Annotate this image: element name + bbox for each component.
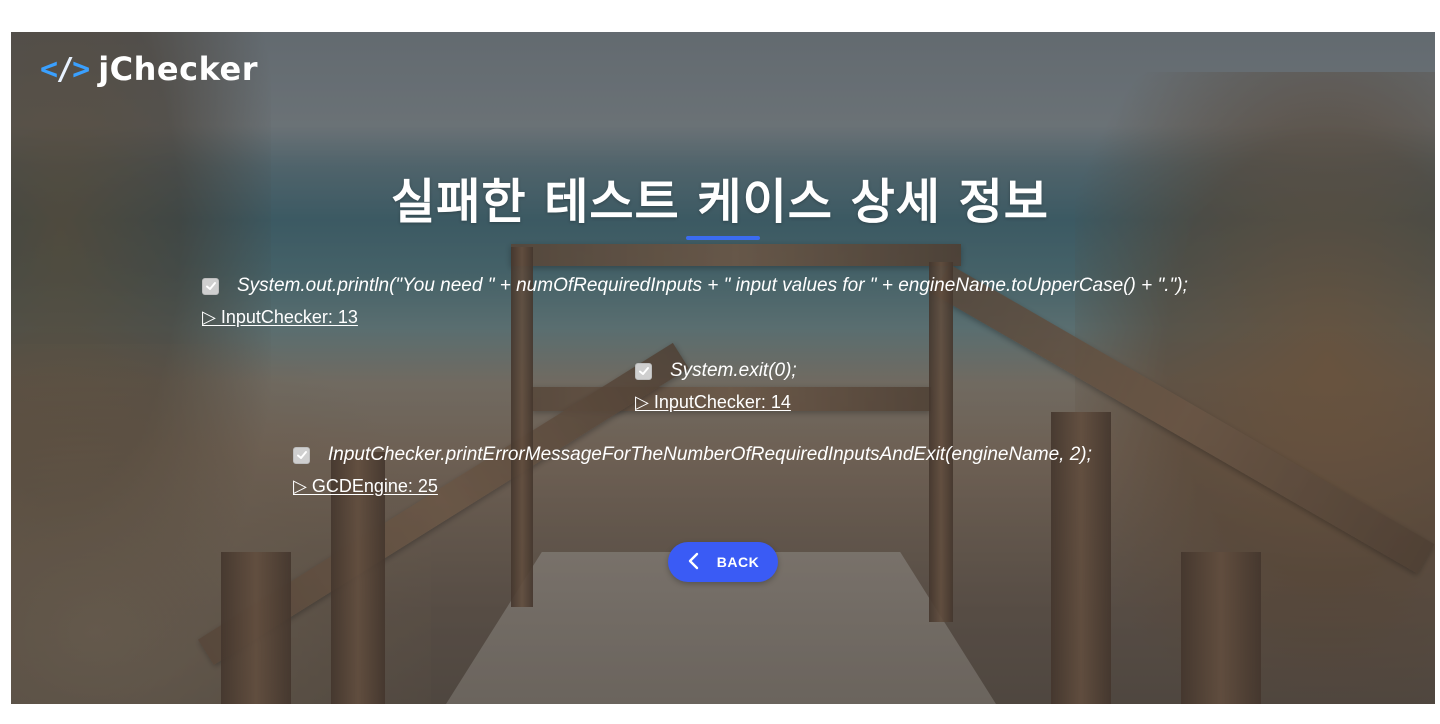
failed-case-line: System.out.println("You need " + numOfRe… [202,275,1188,297]
logo-slash: / [56,51,74,87]
back-button[interactable]: BACK [668,542,778,582]
failed-case-location-link[interactable]: ▷ GCDEngine: 25 [293,476,438,497]
logo-text: jChecker [98,50,258,88]
logo-bracket-left: < [40,51,58,87]
checkmark-icon[interactable] [635,362,652,380]
failed-case-code: System.exit(0); [670,360,797,381]
failed-case-line: System.exit(0); [635,360,797,382]
failed-case-location-link[interactable]: ▷ InputChecker: 14 [635,392,791,413]
checkmark-icon[interactable] [202,277,219,295]
logo-bracket-right: > [72,51,90,87]
failed-case-code: InputChecker.printErrorMessageForTheNumb… [328,444,1092,465]
page-title: 실패한 테스트 케이스 상세 정보 [391,174,1049,230]
failed-case-location-link[interactable]: ▷ InputChecker: 13 [202,307,358,328]
title-underline [686,236,760,240]
app-logo[interactable]: < / > jChecker [40,50,258,88]
failed-case-item: System.exit(0); ▷ InputChecker: 14 [635,360,797,413]
failed-case-item: System.out.println("You need " + numOfRe… [202,275,1188,328]
back-button-label: BACK [716,554,760,570]
failed-case-item: InputChecker.printErrorMessageForTheNumb… [293,444,1092,497]
code-brackets-icon: < / > [40,51,90,87]
failed-case-code: System.out.println("You need " + numOfRe… [237,275,1188,296]
checkmark-icon[interactable] [293,446,310,464]
chevron-left-icon [687,552,699,573]
failed-case-line: InputChecker.printErrorMessageForTheNumb… [293,444,1092,466]
